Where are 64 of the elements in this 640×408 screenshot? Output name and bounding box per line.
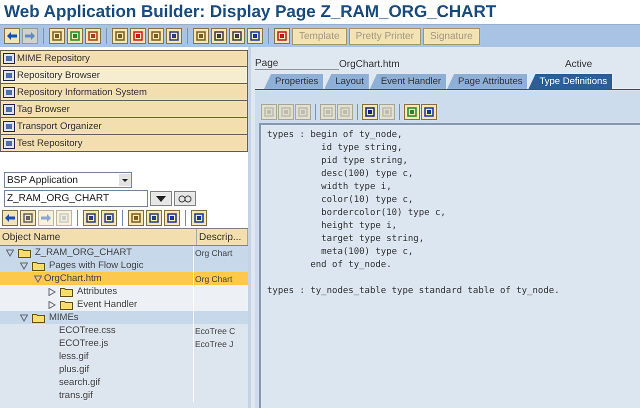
page-name: OrgChart.htm (339, 58, 401, 70)
tree-item-label: trans.gif (59, 390, 93, 401)
tree-row[interactable]: OrgChart.htm Org Chart (0, 272, 248, 285)
tree-item-description: EcoTree C (194, 326, 236, 336)
page-label: Page (255, 58, 339, 70)
navigator-item[interactable]: Repository Browser (0, 67, 248, 84)
tree-item-label: search.gif (59, 377, 100, 388)
tree-row[interactable]: Pages with Flow Logic (0, 259, 248, 272)
navigator-item[interactable]: Transport Organizer (0, 118, 248, 135)
navigator-icon (3, 138, 15, 148)
tree-item-label: plus.gif (59, 364, 90, 375)
navigator-item[interactable]: Test Repository (0, 135, 248, 152)
window-title: Web Application Builder: Display Page Z_RAM_ORG_CHART (4, 2, 496, 22)
tab[interactable]: Event Handler (370, 74, 446, 89)
code-line: pid type string, (320, 155, 409, 168)
tree-item-label: less.gif (59, 351, 89, 362)
tree-item-label: Z_RAM_ORG_CHART (35, 247, 132, 258)
tab[interactable]: Properties (264, 74, 324, 89)
navigator-icon (3, 70, 15, 80)
tab[interactable]: Type Definitions (528, 74, 612, 89)
tree-row[interactable]: Attributes (0, 285, 248, 298)
navigator-item[interactable]: Tag Browser (0, 101, 248, 118)
code-line: meta(100) type c, (320, 246, 414, 259)
caret-icon (156, 196, 166, 202)
tree-item-description: EcoTree J (194, 338, 234, 348)
glasses-icon (178, 194, 192, 202)
tab[interactable]: Layout (324, 74, 369, 89)
column-header[interactable]: Object Name (0, 229, 197, 245)
object-name-field[interactable]: Z_RAM_ORG_CHART (4, 190, 148, 207)
navigator-item[interactable]: MIME Repository (0, 50, 248, 67)
navigator-item[interactable]: Repository Information System (0, 84, 248, 101)
tree-item-label: MIMEs (49, 312, 79, 323)
code-line: id type string, (320, 142, 404, 155)
navigator-icon (3, 53, 15, 64)
navigator-icon (3, 86, 15, 98)
code-line: bordercolor(10) type c, (320, 207, 447, 220)
code-line: end of ty_node. (309, 259, 393, 272)
tree-item-label: OrgChart.htm (44, 273, 102, 284)
tree-row[interactable]: MIMEs (0, 311, 248, 324)
glasses-button[interactable] (174, 191, 196, 206)
code-line: width type i, (320, 181, 393, 194)
dropdown-button[interactable] (150, 191, 172, 206)
navigator-icon (3, 120, 15, 132)
column-header[interactable]: Descrip... (197, 229, 248, 245)
code-line: types : begin of ty_node, (267, 129, 404, 142)
navigator-icon (3, 104, 15, 114)
tree-row[interactable]: Event Handler (0, 298, 248, 311)
code-line: target type string, (320, 233, 426, 246)
tree-item-label: ECOTree.css (59, 325, 116, 336)
tree-row[interactable]: Z_RAM_ORG_CHART Org Chart (0, 246, 248, 259)
code-line: types : ty_nodes_table type standard table of ty_node. (267, 285, 561, 298)
tree-item-description: Org Chart (194, 274, 232, 284)
collapse-triangle-icon[interactable] (20, 314, 28, 322)
tree-item-description: Org Chart (194, 248, 232, 258)
page-status: Active (565, 58, 592, 70)
tree-item-label: Pages with Flow Logic (49, 260, 144, 271)
tree-item-label: Event Handler (77, 299, 138, 310)
code-line: height type i, (320, 220, 398, 233)
object-type-dropdown[interactable]: BSP Application (4, 172, 132, 188)
code-line: desc(100) type c, (320, 168, 414, 181)
tree-item-label: ECOTree.js (59, 338, 108, 349)
code-line: color(10) type c, (320, 194, 414, 207)
tree-item-label: Attributes (77, 286, 118, 297)
tab[interactable]: Page Attributes (447, 74, 528, 89)
